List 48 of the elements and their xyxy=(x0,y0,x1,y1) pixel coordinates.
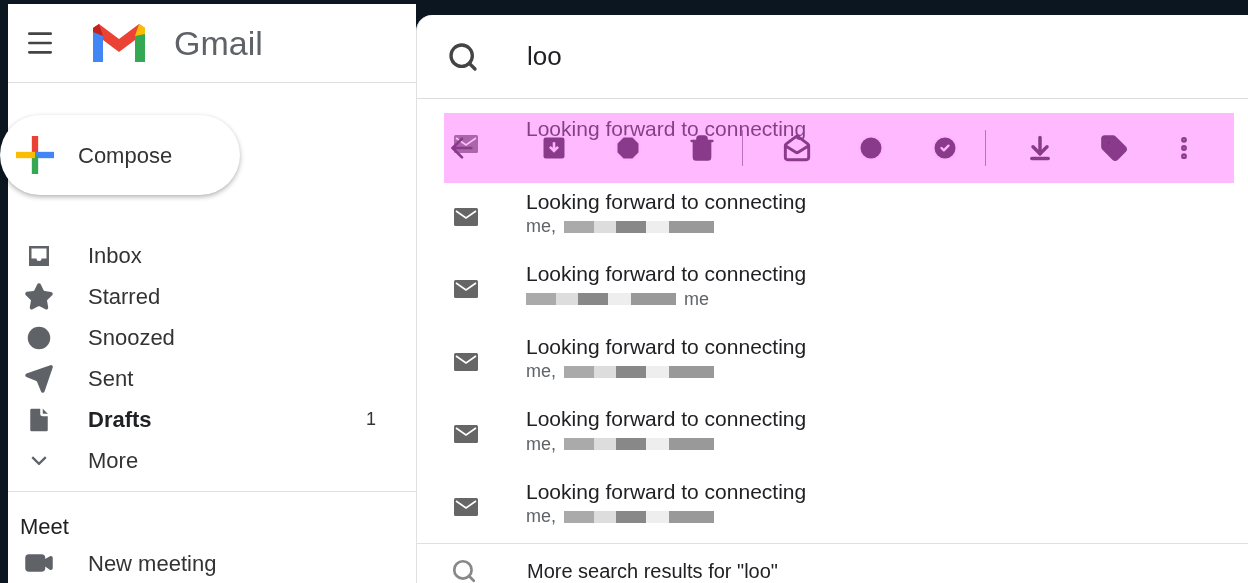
sender-name: me, xyxy=(526,505,556,529)
sidebar-label: Drafts xyxy=(88,406,153,434)
search-result[interactable]: Looking forward to connecting me, xyxy=(417,395,1248,468)
envelope-icon xyxy=(454,497,478,516)
search-result[interactable]: Looking forward to connecting me, xyxy=(417,322,1248,395)
app-name: Gmail xyxy=(174,22,263,64)
label-icon[interactable] xyxy=(1100,134,1128,162)
email-subject: Looking forward to connecting xyxy=(526,333,807,360)
sidebar-label: Snoozed xyxy=(88,324,176,352)
sidebar-label: More xyxy=(88,447,140,475)
email-subject: Looking forward to connecting xyxy=(526,478,807,505)
email-subject: Looking forward to connecting xyxy=(526,116,807,143)
search-result[interactable]: Looking forward to connecting me, xyxy=(417,177,1248,250)
plus-icon xyxy=(16,136,54,174)
sidebar-item[interactable]: More xyxy=(8,440,416,481)
email-subject: Looking forward to connecting xyxy=(526,188,807,215)
sidebar-label: Sent xyxy=(88,365,135,393)
send-icon xyxy=(24,363,54,394)
sidebar-item[interactable]: Inbox xyxy=(8,235,416,276)
more-results-link[interactable]: More search results for "loo" xyxy=(527,555,778,583)
search-result[interactable]: Looking forward to connecting me, xyxy=(417,467,1248,540)
search-result[interactable]: Looking forward to connecting xyxy=(417,105,1248,178)
envelope-icon xyxy=(454,352,478,371)
envelope-icon xyxy=(454,425,478,444)
compose-button[interactable]: Compose xyxy=(0,115,240,195)
sidebar-item[interactable]: Snoozed xyxy=(8,317,416,358)
search-icon xyxy=(447,40,479,73)
search-icon xyxy=(451,557,477,583)
sidebar-label: Inbox xyxy=(88,242,143,270)
chevron-down-icon xyxy=(31,456,47,465)
sender-name: me xyxy=(684,287,709,311)
sidebar-item[interactable]: Starred xyxy=(8,276,416,317)
envelope-icon xyxy=(454,280,478,299)
item-count: 1 xyxy=(366,408,376,431)
sidebar-item[interactable]: Drafts 1 xyxy=(8,399,416,440)
email-subject: Looking forward to connecting xyxy=(526,406,807,433)
sender-name: me, xyxy=(526,432,556,456)
sender-name: me, xyxy=(526,215,556,239)
sidebar-item[interactable]: New meeting xyxy=(20,543,416,583)
star-icon xyxy=(24,281,54,312)
sidebar-label: Starred xyxy=(88,283,162,311)
email-subject: Looking forward to connecting xyxy=(526,261,807,288)
search-field[interactable]: loo xyxy=(417,15,1248,99)
section-title: Meet xyxy=(20,513,70,541)
sidebar-item[interactable]: Sent xyxy=(8,358,416,399)
sender-name: me, xyxy=(526,360,556,384)
search-result[interactable]: Looking forward to connecting me xyxy=(417,250,1248,323)
envelope-icon xyxy=(454,207,478,226)
